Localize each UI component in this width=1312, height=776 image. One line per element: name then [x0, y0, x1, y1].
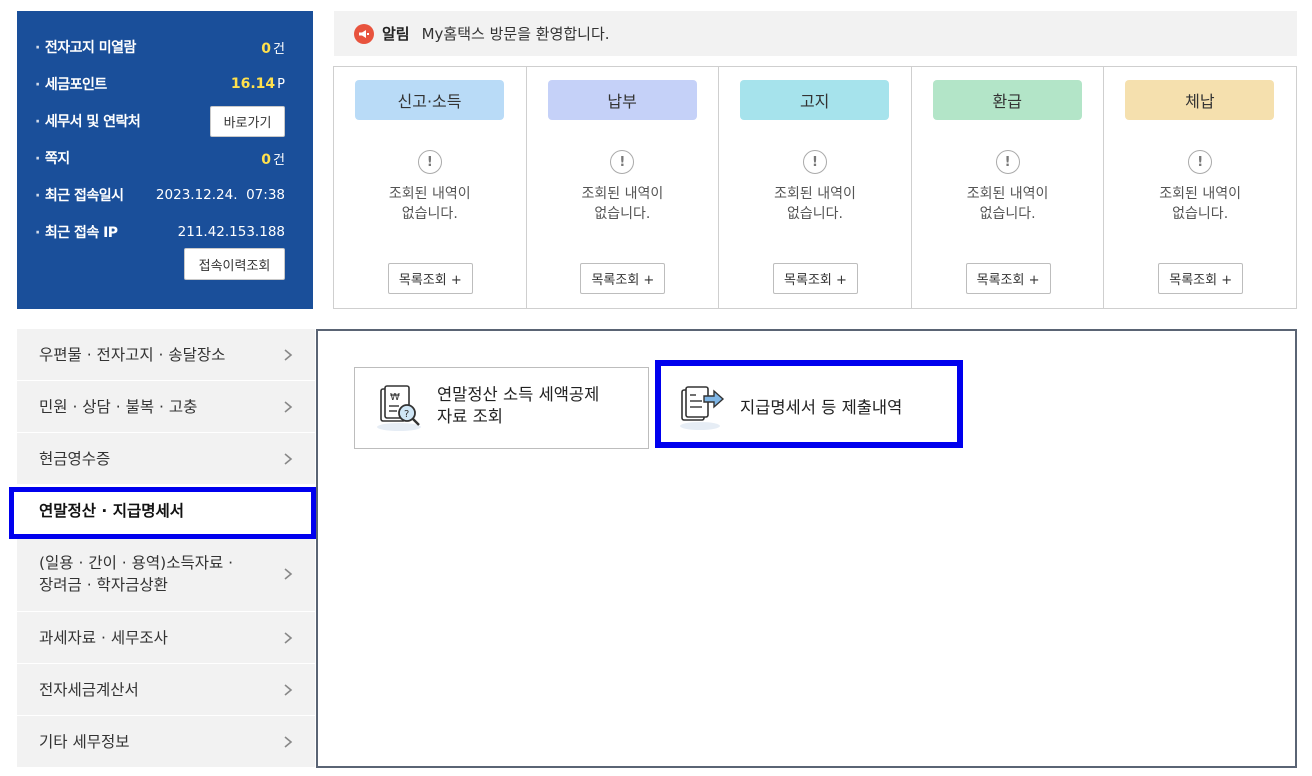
tax-points-label: 세금포인트	[35, 74, 107, 94]
svg-text:?: ?	[404, 409, 409, 420]
menu-item-label: (일용 · 간이 · 용역)소득자료 · 장려금 · 학자금상환	[39, 554, 234, 594]
menu-item-mail-notice[interactable]: 우편물 · 전자고지 · 송달장소	[17, 329, 315, 381]
tax-points-row: 세금포인트 16.14 P	[35, 72, 285, 96]
last-login-value: 2023.12.24. 07:38	[155, 187, 285, 203]
card-arrears: 체납 ! 조회된 내역이 없습니다. 목록조회 +	[1104, 67, 1296, 308]
card-title[interactable]: 고지	[740, 80, 890, 120]
menu-item-e-tax-invoice[interactable]: 전자세금계산서	[17, 664, 315, 716]
tile-label: 연말정산 소득 세액공제 자료 조회	[437, 385, 600, 426]
unread-notice-count[interactable]: 0	[261, 41, 271, 57]
last-login-row: 최근 접속일시 2023.12.24. 07:38	[35, 183, 285, 207]
card-payment: 납부 ! 조회된 내역이 없습니다. 목록조회 +	[527, 67, 720, 308]
empty-message: 조회된 내역이 없습니다.	[388, 186, 471, 222]
card-title[interactable]: 환급	[932, 80, 1082, 120]
tax-points-unit: P	[277, 77, 285, 92]
megaphone-icon	[354, 23, 374, 44]
menu-item-income-data[interactable]: (일용 · 간이 · 용역)소득자료 · 장려금 · 학자금상환	[17, 537, 315, 612]
chevron-right-icon	[284, 735, 293, 748]
last-ip-row: 최근 접속 IP 211.42.153.188	[35, 220, 285, 244]
menu-item-civil-complaint[interactable]: 민원 · 상담 · 불복 · 고충	[17, 381, 315, 433]
list-view-button[interactable]: 목록조회 +	[772, 263, 858, 294]
card-title[interactable]: 납부	[547, 80, 697, 120]
unread-notice-label: 전자고지 미열람	[35, 37, 137, 57]
last-ip-value: 211.42.153.188	[177, 224, 285, 240]
messages-label: 쪽지	[35, 148, 70, 168]
menu-item-label: 기타 세무정보	[39, 732, 130, 751]
menu-item-year-end-settlement[interactable]: 연말정산 · 지급명세서	[17, 485, 315, 537]
last-ip-label: 최근 접속 IP	[35, 222, 118, 242]
menu-item-other-tax-info[interactable]: 기타 세무정보	[17, 716, 315, 768]
list-view-button[interactable]: 목록조회 +	[387, 263, 473, 294]
list-view-button[interactable]: 목록조회 +	[580, 263, 666, 294]
status-cards: 신고·소득 ! 조회된 내역이 없습니다. 목록조회 + 납부 ! 조회된 내역이…	[333, 66, 1297, 309]
chevron-right-icon	[284, 631, 293, 644]
side-menu: 우편물 · 전자고지 · 송달장소 민원 · 상담 · 불복 · 고충 현금영수…	[17, 329, 315, 768]
messages-unit: 건	[273, 152, 285, 168]
menu-item-label: 전자세금계산서	[39, 680, 139, 699]
menu-item-label: 과세자료 · 세무조사	[39, 628, 168, 647]
exclamation-icon: !	[802, 150, 827, 174]
menu-item-label: 우편물 · 전자고지 · 송달장소	[39, 345, 226, 364]
receipt-search-icon: ₩ ?	[377, 385, 421, 431]
chevron-right-icon	[284, 348, 293, 361]
menu-item-cash-receipt[interactable]: 현금영수증	[17, 433, 315, 485]
submenu-content-panel: ₩ ? 연말정산 소득 세액공제 자료 조회 지급명세서 등 제출내역	[316, 329, 1297, 768]
card-report-income: 신고·소득 ! 조회된 내역이 없습니다. 목록조회 +	[334, 67, 527, 308]
card-notice: 고지 ! 조회된 내역이 없습니다. 목록조회 +	[719, 67, 912, 308]
svg-text:₩: ₩	[390, 392, 400, 403]
list-view-button[interactable]: 목록조회 +	[965, 263, 1051, 294]
card-title[interactable]: 체납	[1125, 80, 1275, 120]
empty-message: 조회된 내역이 없습니다.	[581, 186, 664, 222]
messages-count[interactable]: 0	[261, 152, 271, 168]
menu-item-label: 민원 · 상담 · 불복 · 고충	[39, 397, 198, 416]
notice-message: My홈택스 방문을 환영합니다.	[421, 25, 610, 43]
unread-notice-row: 전자고지 미열람 0 건	[35, 35, 285, 59]
exclamation-icon: !	[610, 150, 635, 174]
tile-statement-submission[interactable]: 지급명세서 등 제출내역	[664, 371, 956, 443]
chevron-right-icon	[284, 683, 293, 696]
notice-bar: 알림 My홈택스 방문을 환영합니다.	[334, 11, 1297, 56]
tax-points-value[interactable]: 16.14	[231, 76, 275, 92]
go-shortcut-button[interactable]: 바로가기	[210, 106, 285, 137]
document-submit-icon	[680, 386, 725, 430]
messages-row: 쪽지 0 건	[35, 146, 285, 170]
login-history-button[interactable]: 접속이력조회	[184, 248, 285, 280]
list-view-button[interactable]: 목록조회 +	[1158, 263, 1244, 294]
last-login-label: 최근 접속일시	[35, 185, 124, 205]
empty-message: 조회된 내역이 없습니다.	[966, 186, 1049, 222]
menu-item-label: 현금영수증	[39, 449, 111, 468]
tile-label: 지급명세서 등 제출내역	[740, 398, 903, 417]
exclamation-icon: !	[995, 150, 1020, 174]
card-title[interactable]: 신고·소득	[355, 80, 504, 120]
menu-item-tax-audit[interactable]: 과세자료 · 세무조사	[17, 612, 315, 664]
notice-tag: 알림	[382, 25, 410, 43]
card-refund: 환급 ! 조회된 내역이 없습니다. 목록조회 +	[912, 67, 1105, 308]
exclamation-icon: !	[1188, 150, 1213, 174]
unread-notice-unit: 건	[273, 41, 285, 57]
account-summary-panel: 전자고지 미열람 0 건 세금포인트 16.14 P 세무서 및 연락처 바로가…	[17, 11, 313, 309]
chevron-right-icon	[284, 452, 293, 465]
exclamation-icon: !	[417, 150, 442, 174]
chevron-right-icon	[284, 568, 293, 580]
tile-deduction-lookup[interactable]: ₩ ? 연말정산 소득 세액공제 자료 조회	[354, 367, 649, 449]
menu-item-label: 연말정산 · 지급명세서	[39, 501, 185, 520]
empty-message: 조회된 내역이 없습니다.	[774, 186, 856, 222]
tax-office-label: 세무서 및 연락처	[35, 111, 141, 131]
empty-message: 조회된 내역이 없습니다.	[1159, 186, 1242, 222]
chevron-right-icon	[284, 400, 293, 413]
